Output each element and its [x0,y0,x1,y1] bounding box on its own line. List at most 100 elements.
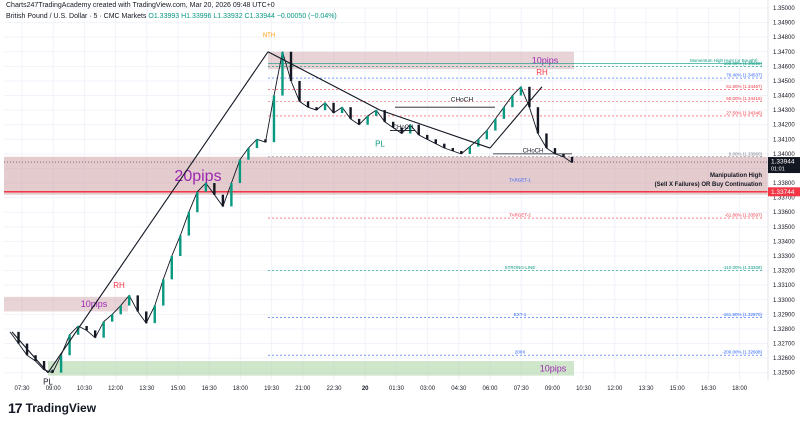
candle [511,95,514,108]
chart-canvas[interactable]: 10pips20pips10pips10pips Momentum High H… [0,0,800,395]
candle [536,107,540,134]
level-label: 76.40% (1.34537) [726,73,762,78]
candle [102,321,105,338]
time-tick-label: 20 [362,386,369,392]
candle [179,235,182,256]
price-tick-label: 1.34100 [773,137,795,143]
candle [374,110,378,116]
candle [357,118,361,125]
price-tick-label: 1.34000 [773,152,795,158]
level-label: -110.00% (1.33328) [723,265,763,270]
annotation-label: RH [113,281,125,290]
time-tick-label: 12:00 [108,386,124,392]
time-tick-label: 16:30 [202,386,218,392]
candle [204,183,208,192]
price-tick-label: 1.33300 [773,254,795,260]
candle [145,311,148,324]
candle [110,314,114,322]
candle [162,279,165,306]
candle [51,369,54,373]
symbol-name: British Pound / U.S. Dollar · 5 · CMC Ma… [6,13,147,20]
chart-annotations: NTHRHRHPLPLCHoCHCHoCHCHoCHManipulation H… [43,33,762,386]
level-label: EXT-1 [514,312,527,317]
symbol-legend[interactable]: British Pound / U.S. Dollar · 5 · CMC Ma… [6,13,337,20]
annotation-label: CHoCH [523,148,544,154]
zone-box [4,296,128,312]
price-tick-label: 1.33500 [773,225,795,231]
candle [264,139,267,143]
candle [494,118,497,131]
time-tick-label: 07:30 [514,386,530,392]
level-label: 27.50% (1.34346) [726,110,762,115]
candle [68,334,71,356]
price-tick-label: 1.34700 [773,50,795,56]
candle [153,305,156,324]
level-label: TARGET-2 [509,213,531,218]
candle [502,107,506,119]
tradingview-logo[interactable]: 17 TradingView [8,400,96,416]
candle [443,143,446,149]
price-tick-label: 1.33100 [773,283,795,289]
price-tick-label: 1.35000 [773,6,795,12]
zone-label: 20pips [174,168,221,185]
candle [528,86,531,108]
candle [434,139,437,144]
time-tick-label: 13:30 [638,386,654,392]
chart-caption: Charts247TradingAcademy created with Tra… [6,2,275,9]
candle [426,134,429,140]
time-tick-label: 06:00 [482,386,498,392]
candle [136,295,139,312]
price-tick-label: 1.32700 [773,342,795,348]
candle [460,150,463,154]
candle [349,107,352,119]
candle [553,148,557,154]
price-tick-label: 1.32600 [773,356,795,362]
time-axis[interactable]: 07:30 09:00 10:30 12:00 13:30 15:00 16:30 18:00… [14,386,747,392]
candle [519,86,523,96]
candle [93,330,97,338]
ohlc-values: O1.33993 H1.33996 L1.33932 C1.33944 −0.0… [148,13,337,20]
time-tick-label: 09:00 [46,386,62,392]
candle [128,295,131,306]
annotation-label: (Sell X Failures) OR Buy Continuation [655,182,763,188]
price-tick-label: 1.33000 [773,298,795,304]
candle [247,148,250,160]
time-tick-label: 18:00 [732,386,748,392]
supply-demand-zones: 10pips 20pips 10pips 10pips [4,51,768,376]
time-tick-label: 09:00 [545,386,561,392]
footer: 17 TradingView [0,395,800,421]
current-price-value: 1.33944 [771,159,795,166]
price-tick-label: 1.33200 [773,269,795,275]
price-axis[interactable]: 1.35000 1.34900 1.34800 1.34700 1.34600 1.345… [767,0,800,395]
annotation-label: NTH [263,33,275,39]
price-tick-label: 1.32900 [773,312,795,318]
annotation-label: PL [375,140,385,149]
level-label: -61.80% (1.33597) [725,213,763,218]
time-tick-label: 19:30 [264,386,280,392]
candle [289,51,293,81]
time-tick-label: 15:00 [170,386,186,392]
time-tick-label: 03:00 [420,386,436,392]
tradingview-brand: TradingView [25,401,97,415]
candle [187,212,191,236]
zone-label: 10pips [540,363,567,373]
time-tick-label: 01:30 [389,386,405,392]
candle [272,95,276,143]
level-label: 50.00% (1.34416) [726,96,762,101]
zone-box [48,361,574,376]
candle [298,80,301,102]
price-tick-label: 1.33600 [773,210,795,216]
trendline [11,331,49,374]
annotation-label: CHoCH [393,125,414,131]
candle [85,326,88,331]
price-tick-label: 1.34600 [773,64,795,70]
zone-label: 10pips [81,299,108,309]
candle [315,107,318,111]
prev-close-value: 1.33744 [771,189,795,196]
level-label: 100.00% (1.34628) [724,61,763,66]
time-tick-label: 16:30 [701,386,717,392]
level-label: -161.80% (1.32870) [722,312,762,317]
level-label: 61.80% (1.34467) [726,84,762,89]
candle [468,146,472,154]
time-tick-label: 12:00 [607,386,623,392]
